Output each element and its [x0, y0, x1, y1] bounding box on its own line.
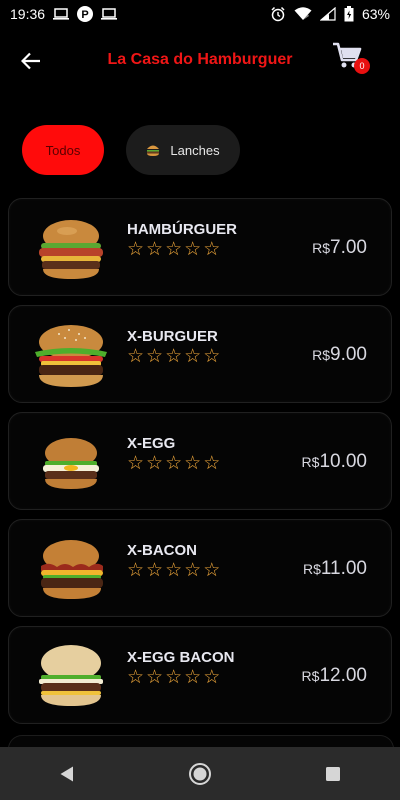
price-currency: R$ [301, 454, 320, 470]
menu-item-name: X-BURGUER [127, 328, 218, 345]
filter-chip-label: Lanches [170, 142, 220, 158]
price-value: 7.00 [330, 237, 367, 258]
star-outline-icon[interactable]: ☆ [127, 453, 144, 475]
star-outline-icon[interactable]: ☆ [184, 453, 201, 475]
square-recents-icon [326, 766, 341, 781]
price-value: 10.00 [319, 451, 367, 472]
status-bar: 19:36 P 63% [0, 0, 400, 28]
app-header: La Casa do Hamburguer 0 [0, 32, 400, 88]
menu-item-price: R$7.00 [312, 237, 367, 259]
battery-icon [344, 6, 354, 22]
price-value: 9.00 [330, 344, 367, 365]
menu-item-name: X-EGG [127, 435, 176, 452]
menu-item-price: R$10.00 [302, 451, 367, 473]
menu-item-card[interactable]: X-EGG BACON ☆ ☆ ☆ ☆ ☆ R$12.00 [8, 626, 392, 724]
rating-stars[interactable]: ☆ ☆ ☆ ☆ ☆ [127, 560, 220, 582]
status-time: 19:36 [10, 6, 46, 22]
menu-item-price: R$12.00 [302, 665, 367, 687]
rating-stars[interactable]: ☆ ☆ ☆ ☆ ☆ [127, 453, 220, 475]
burger-image [29, 637, 113, 715]
menu-item-card[interactable]: X-BURGUER ☆ ☆ ☆ ☆ ☆ R$9.00 [8, 305, 392, 403]
burger-image [29, 316, 113, 394]
price-currency: R$ [312, 240, 331, 256]
star-outline-icon[interactable]: ☆ [184, 346, 201, 368]
star-outline-icon[interactable]: ☆ [127, 560, 144, 582]
star-outline-icon[interactable]: ☆ [165, 667, 182, 689]
star-outline-icon[interactable]: ☆ [127, 346, 144, 368]
parking-app-icon: P [77, 6, 94, 22]
system-nav-bar [0, 747, 400, 800]
wifi-icon [294, 7, 312, 21]
star-outline-icon[interactable]: ☆ [146, 453, 163, 475]
star-outline-icon[interactable]: ☆ [127, 239, 144, 261]
star-outline-icon[interactable]: ☆ [165, 239, 182, 261]
status-left: 19:36 P [10, 6, 118, 22]
menu-item-name: HAMBÚRGUER [127, 221, 237, 238]
burger-icon [146, 144, 160, 156]
star-outline-icon[interactable]: ☆ [146, 346, 163, 368]
nav-back-button[interactable] [43, 754, 91, 794]
circle-home-icon [188, 762, 211, 785]
alarm-icon [270, 6, 286, 22]
star-outline-icon[interactable]: ☆ [184, 239, 201, 261]
star-outline-icon[interactable]: ☆ [146, 560, 163, 582]
laptop-icon [53, 8, 70, 20]
signal-icon [319, 7, 336, 21]
status-right: 63% [270, 6, 390, 22]
burger-image [29, 209, 113, 287]
star-outline-icon[interactable]: ☆ [203, 667, 220, 689]
price-value: 11.00 [320, 558, 367, 579]
page-title: La Casa do Hamburguer [107, 51, 293, 68]
star-outline-icon[interactable]: ☆ [203, 239, 220, 261]
star-outline-icon[interactable]: ☆ [203, 453, 220, 475]
svg-text:P: P [81, 9, 88, 21]
rating-stars[interactable]: ☆ ☆ ☆ ☆ ☆ [127, 667, 220, 689]
triangle-back-icon [60, 766, 73, 781]
price-currency: R$ [301, 668, 320, 684]
filter-chip-lanches[interactable]: Lanches [126, 125, 240, 175]
star-outline-icon[interactable]: ☆ [203, 560, 220, 582]
burger-image [29, 530, 113, 608]
price-currency: R$ [312, 347, 331, 363]
star-outline-icon[interactable]: ☆ [165, 346, 182, 368]
filter-chip-label: Todos [45, 142, 81, 158]
rating-stars[interactable]: ☆ ☆ ☆ ☆ ☆ [127, 346, 220, 368]
star-outline-icon[interactable]: ☆ [146, 667, 163, 689]
star-outline-icon[interactable]: ☆ [184, 667, 201, 689]
menu-item-price: R$11.00 [303, 558, 367, 580]
menu-item-name: X-EGG BACON [127, 649, 235, 666]
star-outline-icon[interactable]: ☆ [146, 239, 163, 261]
battery-level: 63% [361, 6, 390, 22]
menu-item-name: X-BACON [127, 542, 197, 559]
star-outline-icon[interactable]: ☆ [203, 346, 220, 368]
menu-item-price: R$9.00 [312, 344, 367, 366]
star-outline-icon[interactable]: ☆ [127, 667, 144, 689]
cart-count-badge: 0 [354, 58, 370, 74]
back-button[interactable] [14, 44, 48, 78]
menu-item-card[interactable]: HAMBÚRGUER ☆ ☆ ☆ ☆ ☆ R$7.00 [8, 198, 392, 296]
star-outline-icon[interactable]: ☆ [184, 560, 201, 582]
menu-item-card[interactable]: X-EGG ☆ ☆ ☆ ☆ ☆ R$10.00 [8, 412, 392, 510]
price-value: 12.00 [319, 665, 367, 686]
rating-stars[interactable]: ☆ ☆ ☆ ☆ ☆ [127, 239, 220, 261]
nav-recents-button[interactable] [309, 754, 357, 794]
star-outline-icon[interactable]: ☆ [165, 453, 182, 475]
laptop-icon-2 [101, 8, 118, 20]
burger-image [29, 423, 113, 501]
nav-home-button[interactable] [176, 754, 224, 794]
category-filters: Todos Lanches [22, 125, 240, 175]
star-outline-icon[interactable]: ☆ [165, 560, 182, 582]
cart-button[interactable]: 0 [332, 42, 370, 78]
price-currency: R$ [302, 561, 321, 577]
back-arrow-icon [21, 52, 40, 70]
menu-item-card[interactable]: X-BACON ☆ ☆ ☆ ☆ ☆ R$11.00 [8, 519, 392, 617]
filter-chip-todos[interactable]: Todos [22, 125, 104, 175]
